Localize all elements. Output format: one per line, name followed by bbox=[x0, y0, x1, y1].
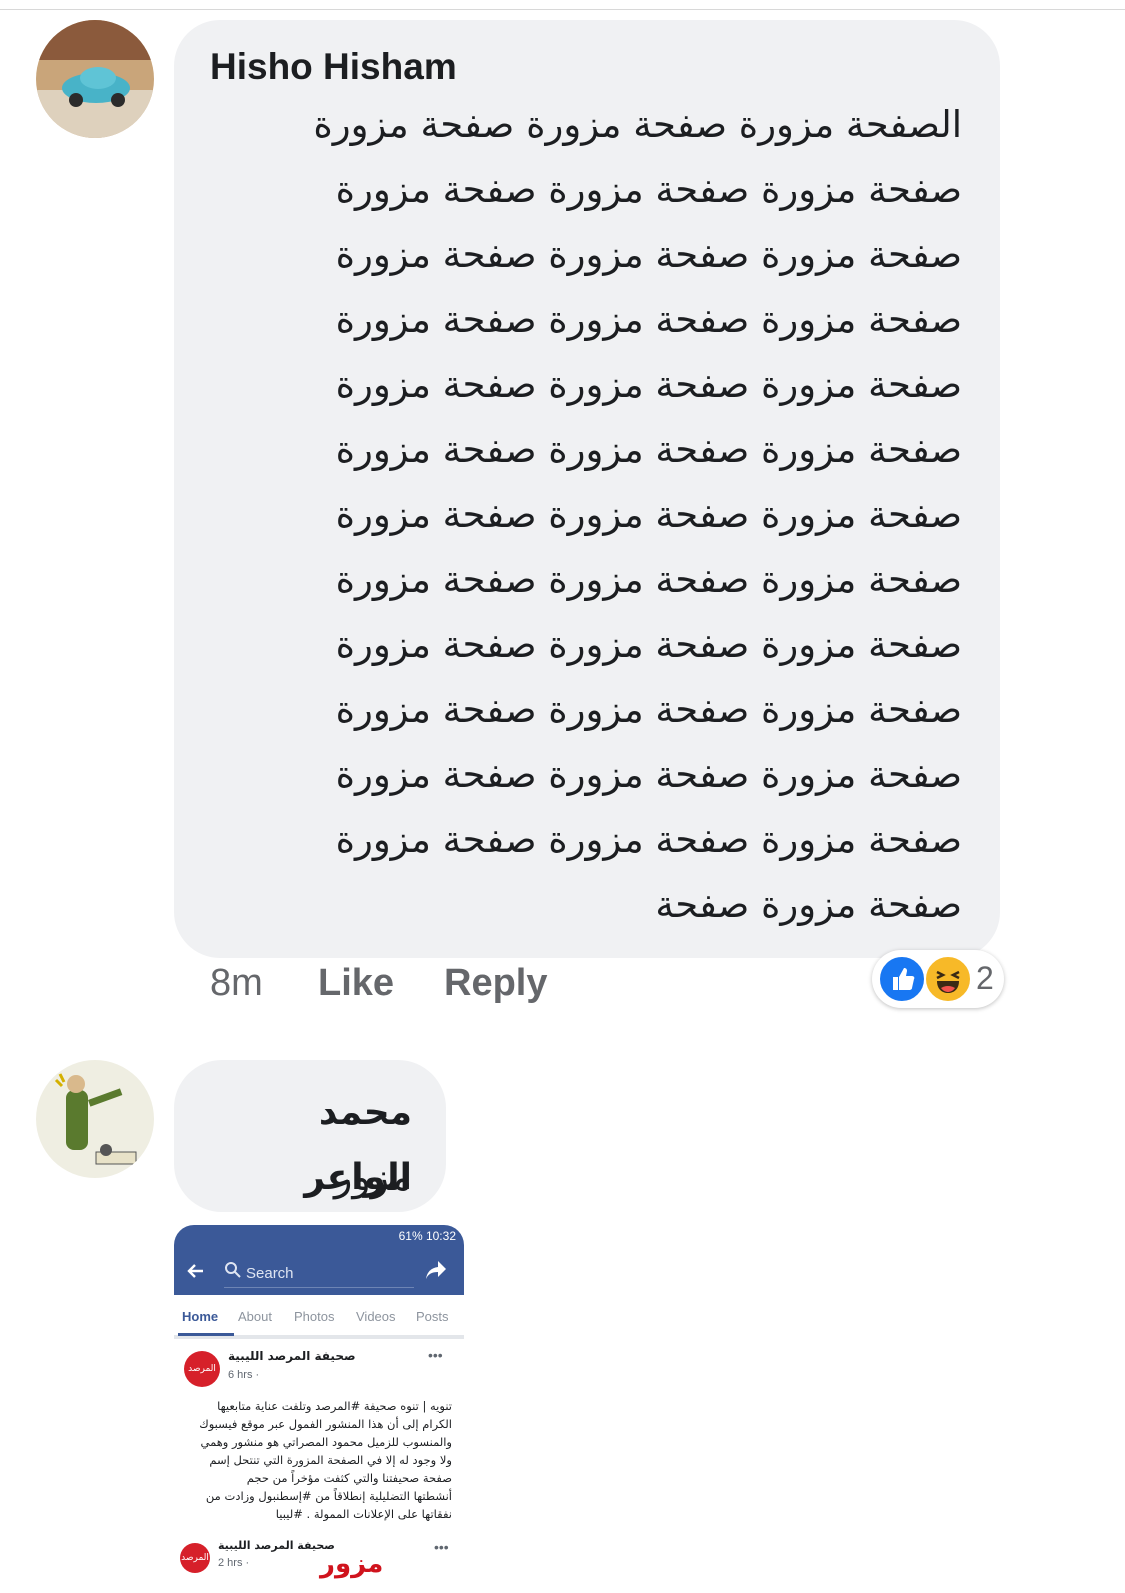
more-options-icon: ••• bbox=[434, 1539, 449, 1555]
tab-about: About bbox=[238, 1309, 272, 1324]
search-underline bbox=[224, 1287, 414, 1288]
like-button[interactable]: Like bbox=[318, 962, 394, 1005]
comment-line: الصفحة مزورة صفحة مزورة صفحة مزورة bbox=[313, 103, 962, 146]
reactions-summary[interactable]: 2 bbox=[872, 950, 1004, 1008]
comment-text: مزور bbox=[333, 1155, 412, 1199]
haha-icon bbox=[924, 955, 972, 1003]
tab-home: Home bbox=[182, 1309, 219, 1324]
post-line: أنشطتها التضليلية إنطلاقاً من #إسطنبول و… bbox=[205, 1489, 452, 1503]
page-logo: المرصد bbox=[180, 1543, 210, 1573]
more-options-icon: ••• bbox=[428, 1347, 443, 1363]
reaction-count: 2 bbox=[976, 960, 994, 996]
page-logo: المرصد bbox=[184, 1351, 220, 1387]
tab-videos: Videos bbox=[356, 1309, 396, 1324]
fake-stamp: مزور bbox=[320, 1549, 384, 1579]
avatar[interactable] bbox=[36, 1060, 154, 1178]
search-label: Search bbox=[246, 1265, 294, 1282]
comment-line: صفحة مزورة صفحة مزورة صفحة مزورة bbox=[335, 168, 962, 211]
tab-photos: Photos bbox=[294, 1309, 335, 1324]
post-line: تنويه | تنوه صحيفة #المرصد وتلفت عناية م… bbox=[217, 1399, 452, 1413]
post-line: الكرام إلى أن هذا المنشور الفمول عبر موق… bbox=[199, 1417, 452, 1431]
avatar-cartoon-image bbox=[36, 1060, 154, 1178]
status-bar-text: 61% 10:32 bbox=[398, 1229, 456, 1243]
back-arrow-icon bbox=[187, 1264, 203, 1278]
active-tab-indicator bbox=[178, 1333, 234, 1336]
comment-line: صفحة مزورة صفحة مزورة صفحة مزورة bbox=[335, 623, 962, 666]
page-name: صحيفة المرصد الليبية bbox=[228, 1349, 356, 1363]
comment-line: صفحة مزورة صفحة مزورة صفحة مزورة bbox=[335, 558, 962, 601]
comment-line: صفحة مزورة صفحة مزورة صفحة مزورة bbox=[335, 493, 962, 536]
top-divider bbox=[0, 0, 1125, 10]
comment-line: صفحة مزورة صفحة مزورة صفحة مزورة bbox=[335, 233, 962, 276]
post-line: والمنسوب للزميل محمود المصراتي هو منشور … bbox=[200, 1435, 452, 1449]
share-icon bbox=[426, 1261, 446, 1279]
comment-timestamp: 8m bbox=[210, 962, 263, 1004]
page-post: المرصد صحيفة المرصد الليبية 6 hrs · ••• … bbox=[174, 1339, 464, 1593]
post-line: صفحة صحيفتنا والتي كثفت مؤخراً من حجم bbox=[246, 1471, 452, 1485]
comment-line: صفحة مزورة صفحة مزورة صفحة مزورة bbox=[335, 363, 962, 406]
search-icon bbox=[225, 1262, 241, 1278]
post-time: 6 hrs · bbox=[228, 1369, 260, 1381]
status-bar: 61% 10:32 bbox=[174, 1225, 464, 1247]
comment-line: صفحة مزورة صفحة مزورة صفحة مزورة bbox=[335, 298, 962, 341]
like-icon bbox=[878, 955, 926, 1003]
comment-line: صفحة مزورة صفحة مزورة صفحة مزورة bbox=[335, 818, 962, 861]
comment-line: صفحة مزورة صفحة bbox=[655, 883, 962, 926]
post-line: ولا وجود له إلا في الصفحة المزورة التي ت… bbox=[209, 1453, 452, 1467]
reply-button[interactable]: Reply bbox=[444, 962, 547, 1005]
comment-line: صفحة مزورة صفحة مزورة صفحة مزورة bbox=[335, 688, 962, 731]
page-name: صحيفة المرصد الليبية bbox=[218, 1539, 335, 1552]
post-time: 2 hrs · bbox=[218, 1557, 250, 1569]
attached-screenshot[interactable]: 61% 10:32 Search Home About Photos Video… bbox=[174, 1225, 464, 1593]
avatar[interactable] bbox=[36, 20, 154, 138]
avatar-car-image bbox=[36, 20, 154, 138]
comment-line: صفحة مزورة صفحة مزورة صفحة مزورة bbox=[335, 753, 962, 796]
comment-line: صفحة مزورة صفحة مزورة صفحة مزورة bbox=[335, 428, 962, 471]
page-tabs: Home About Photos Videos Posts bbox=[174, 1297, 464, 1339]
nav-bar bbox=[174, 1247, 464, 1295]
comment-author[interactable]: Hisho Hisham bbox=[210, 46, 457, 88]
tab-posts: Posts bbox=[416, 1309, 449, 1324]
post-text: تنويه | تنوه صحيفة #المرصد وتلفت عناية م… bbox=[184, 1397, 452, 1523]
post-line: نفقاتها على الإعلانات الممولة . #ليبيا bbox=[275, 1507, 452, 1521]
